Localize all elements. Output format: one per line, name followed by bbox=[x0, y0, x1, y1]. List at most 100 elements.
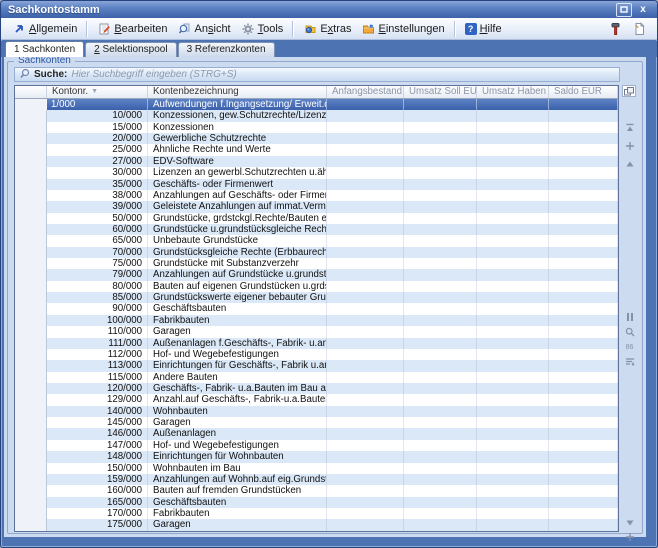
table-row[interactable]: 70/000 Grundstücksgleiche Rechte (Erbbau… bbox=[15, 247, 618, 258]
table-row[interactable]: 120/000 Geschäfts-, Fabrik- u.a.Bauten i… bbox=[15, 383, 618, 394]
table-row[interactable]: 38/000 Anzahlungen auf Geschäfts- oder F… bbox=[15, 190, 618, 201]
note-button[interactable] bbox=[627, 20, 651, 38]
anfangsbestand-cell bbox=[327, 508, 404, 519]
column-chooser-icon[interactable] bbox=[622, 85, 636, 97]
sort-lines-icon[interactable] bbox=[623, 356, 636, 368]
table-row[interactable]: 113/000 Einrichtungen für Geschäfts-, Fa… bbox=[15, 360, 618, 371]
anfangsbestand-cell bbox=[327, 99, 404, 110]
menu-hilfe[interactable]: ? Hilfe bbox=[460, 21, 507, 37]
magnifier-page-icon bbox=[178, 22, 192, 36]
tab-selektionspool[interactable]: 2 Selektionspool bbox=[85, 42, 176, 57]
table-row[interactable]: 110/000 Garagen bbox=[15, 326, 618, 337]
account-number-cell: 146/000 bbox=[47, 428, 148, 439]
table-row[interactable]: 35/000 Geschäfts- oder Firmenwert bbox=[15, 179, 618, 190]
anfangsbestand-cell bbox=[327, 428, 404, 439]
saldo-cell bbox=[549, 394, 618, 405]
table-row[interactable]: 1/000 Aufwendungen f.Ingangsetzung/ Erwe… bbox=[15, 99, 618, 110]
table-row[interactable]: 30/000 Lizenzen an gewerbl.Schutzrechten… bbox=[15, 167, 618, 178]
menu-tools[interactable]: Tools bbox=[236, 20, 289, 38]
row-selector-cell bbox=[15, 201, 47, 212]
table-row[interactable]: 20/000 Gewerbliche Schutzrechte bbox=[15, 133, 618, 144]
column-header-umsatz-soll[interactable]: Umsatz Soll EUR bbox=[404, 86, 477, 98]
table-row[interactable]: 100/000 Fabrikbauten bbox=[15, 315, 618, 326]
account-number-cell: 150/000 bbox=[47, 463, 148, 474]
table-row[interactable]: 145/000 Garagen bbox=[15, 417, 618, 428]
sachkonten-groupbox: Sachkonten Suche: Kontonr.▼ Kontenbezeic… bbox=[7, 61, 643, 534]
row-selector-cell bbox=[15, 179, 47, 190]
hammer-button[interactable] bbox=[603, 20, 627, 38]
zoom-icon[interactable] bbox=[623, 326, 636, 338]
table-row[interactable]: 170/000 Fabrikbauten bbox=[15, 508, 618, 519]
umsatz-soll-cell bbox=[404, 281, 477, 292]
table-row[interactable]: 79/000 Anzahlungen auf Grundstücke u.gru… bbox=[15, 269, 618, 280]
step-down-icon[interactable] bbox=[623, 517, 636, 529]
move-icon[interactable] bbox=[623, 140, 636, 152]
table-row[interactable]: 140/000 Wohnbauten bbox=[15, 406, 618, 417]
table-row[interactable]: 75/000 Grundstücke mit Substanzverzehr bbox=[15, 258, 618, 269]
table-row[interactable]: 111/000 Außenanlagen f.Geschäfts-, Fabri… bbox=[15, 338, 618, 349]
scroll-to-top-icon[interactable] bbox=[623, 122, 636, 134]
table-row[interactable]: 90/000 Geschäftsbauten bbox=[15, 303, 618, 314]
saldo-cell bbox=[549, 360, 618, 371]
column-header-kontonr[interactable]: Kontonr.▼ bbox=[47, 86, 148, 98]
umsatz-haben-cell bbox=[477, 156, 549, 167]
umsatz-haben-cell bbox=[477, 417, 549, 428]
account-number-cell: 100/000 bbox=[47, 315, 148, 326]
account-name-cell: Geschäfts- oder Firmenwert bbox=[148, 179, 327, 190]
table-row[interactable]: 129/000 Anzahl.auf Geschäfts-, Fabrik-u.… bbox=[15, 394, 618, 405]
table-row[interactable]: 147/000 Hof- und Wegebefestigungen bbox=[15, 440, 618, 451]
account-name-cell: Geschäftsbauten bbox=[148, 497, 327, 508]
umsatz-soll-cell bbox=[404, 303, 477, 314]
table-row[interactable]: 112/000 Hof- und Wegebefestigungen bbox=[15, 349, 618, 360]
menu-bearbeiten[interactable]: Bearbeiten bbox=[92, 20, 172, 38]
table-row[interactable]: 65/000 Unbebaute Grundstücke bbox=[15, 235, 618, 246]
account-name-cell: Außenanlagen f.Geschäfts-, Fabrik- u.and… bbox=[148, 338, 327, 349]
table-row[interactable]: 175/000 Garagen bbox=[15, 519, 618, 530]
umsatz-soll-cell bbox=[404, 349, 477, 360]
umsatz-haben-cell bbox=[477, 122, 549, 133]
table-row[interactable]: 10/000 Konzessionen, gew.Schutzrechte/Li… bbox=[15, 110, 618, 121]
column-header-umsatz-haben[interactable]: Umsatz Haben EUR bbox=[477, 86, 549, 98]
table-row[interactable]: 146/000 Außenanlagen bbox=[15, 428, 618, 439]
column-header-saldo[interactable]: Saldo EUR bbox=[549, 86, 618, 98]
menu-allgemein[interactable]: Allgemein bbox=[7, 20, 82, 38]
saldo-cell bbox=[549, 440, 618, 451]
menu-ansicht[interactable]: Ansicht bbox=[173, 20, 236, 38]
table-row[interactable]: 60/000 Grundstücke u.grundstücksgleiche … bbox=[15, 224, 618, 235]
account-number-cell: 1/000 bbox=[47, 99, 148, 110]
account-number-cell: 30/000 bbox=[47, 167, 148, 178]
table-row[interactable]: 80/000 Bauten auf eigenen Grundstücken u… bbox=[15, 281, 618, 292]
column-header-anfangsbestand[interactable]: Anfangsbestand EUR bbox=[327, 86, 404, 98]
table-row[interactable]: 160/000 Bauten auf fremden Grundstücken bbox=[15, 485, 618, 496]
table-row[interactable]: 159/000 Anzahlungen auf Wohnb.auf eig.Gr… bbox=[15, 474, 618, 485]
table-row[interactable]: 25/000 Ähnliche Rechte und Werte bbox=[15, 144, 618, 155]
table-row[interactable]: 15/000 Konzessionen bbox=[15, 122, 618, 133]
close-icon[interactable]: x bbox=[636, 4, 650, 16]
tab-sachkonten[interactable]: 1 Sachkonten bbox=[5, 41, 84, 57]
table-row[interactable]: 50/000 Grundstücke, grdstckgl.Rechte/Bau… bbox=[15, 213, 618, 224]
column-header-kontenbezeichnung[interactable]: Kontenbezeichnung bbox=[148, 86, 327, 98]
table-row[interactable]: 39/000 Geleistete Anzahlungen auf immat.… bbox=[15, 201, 618, 212]
table-row[interactable]: 85/000 Grundstückswerte eigener bebauter… bbox=[15, 292, 618, 303]
table-row[interactable]: 115/000 Andere Bauten bbox=[15, 372, 618, 383]
table-row[interactable]: 27/000 EDV-Software bbox=[15, 156, 618, 167]
row-selector-cell bbox=[15, 474, 47, 485]
search-input[interactable] bbox=[71, 69, 615, 80]
umsatz-haben-cell bbox=[477, 383, 549, 394]
saldo-cell bbox=[549, 303, 618, 314]
move-icon[interactable] bbox=[623, 531, 636, 543]
umsatz-haben-cell bbox=[477, 428, 549, 439]
menu-einstellungen[interactable]: Einstellungen bbox=[357, 20, 450, 38]
row-selector-cell bbox=[15, 349, 47, 360]
account-name-cell: Fabrikbauten bbox=[148, 508, 327, 519]
tab-referenzkonten[interactable]: 3 Referenzkonten bbox=[178, 42, 275, 57]
umsatz-soll-cell bbox=[404, 99, 477, 110]
table-row[interactable]: 165/000 Geschäftsbauten bbox=[15, 497, 618, 508]
restore-icon[interactable] bbox=[616, 3, 632, 17]
table-row[interactable]: 150/000 Wohnbauten im Bau bbox=[15, 463, 618, 474]
step-up-icon[interactable] bbox=[623, 158, 636, 170]
value-86-icon[interactable]: 86 bbox=[623, 341, 636, 353]
menu-extras[interactable]: Extras bbox=[298, 20, 356, 38]
table-row[interactable]: 148/000 Einrichtungen für Wohnbauten bbox=[15, 451, 618, 462]
columns-icon[interactable] bbox=[623, 311, 636, 323]
